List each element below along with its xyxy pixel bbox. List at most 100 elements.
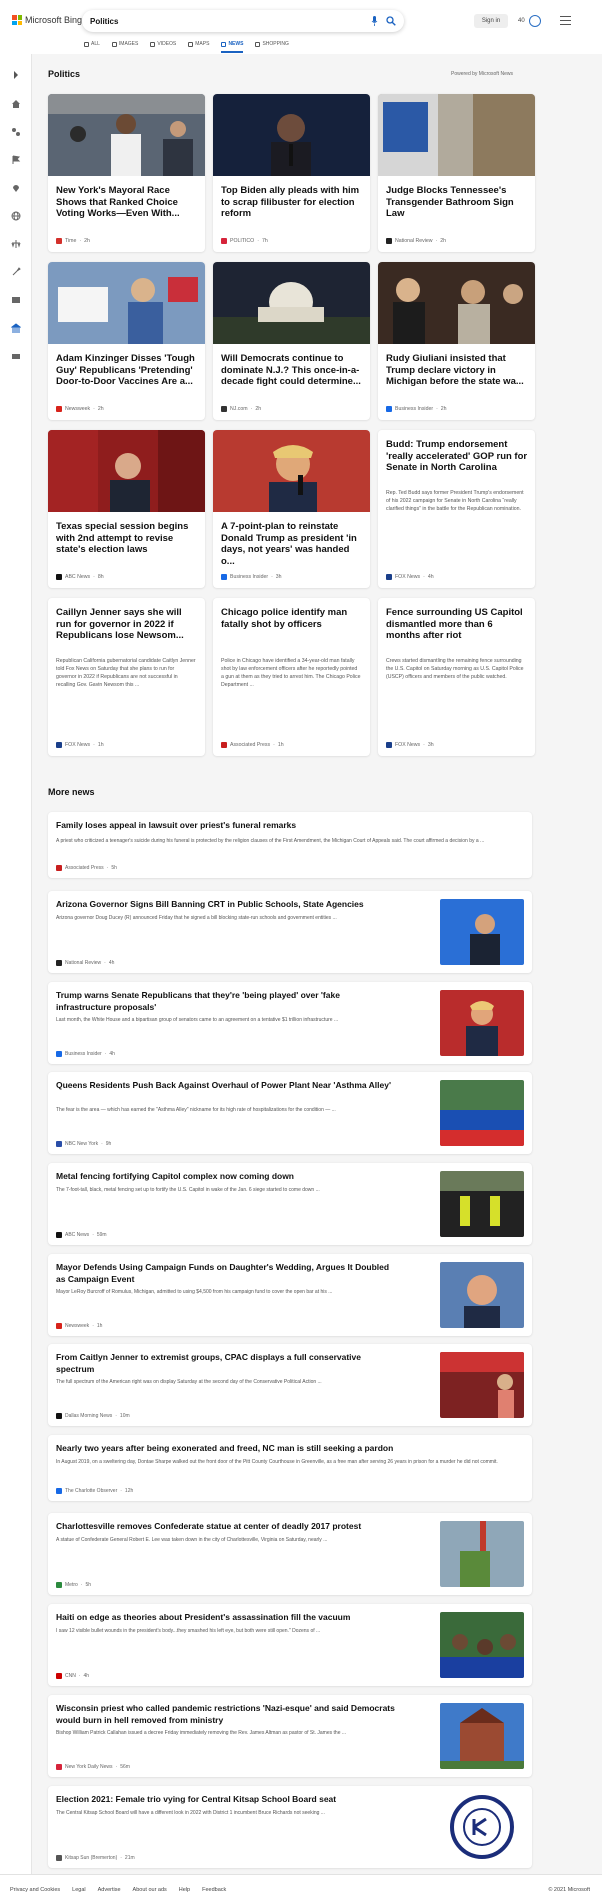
news-card-title[interactable]: Rudy Giuliani insisted that Trump declar… <box>386 353 528 388</box>
sign-in-button[interactable]: Sign in <box>474 14 508 28</box>
news-card-title[interactable]: Will Democrats continue to dominate N.J.… <box>221 353 363 388</box>
search-icon[interactable] <box>386 16 396 26</box>
news-item-title[interactable]: Election 2021: Female trio vying for Cen… <box>56 1794 396 1806</box>
news-item-title[interactable]: Trump warns Senate Republicans that they… <box>56 990 396 1013</box>
hamburger-menu-icon[interactable] <box>560 16 571 25</box>
news-card[interactable]: Fence surrounding US Capitol dismantled … <box>378 598 535 756</box>
news-source[interactable]: NBC New York · 9h <box>56 1141 111 1147</box>
news-item-title[interactable]: Arizona Governor Signs Bill Banning CRT … <box>56 899 396 911</box>
news-item-title[interactable]: Wisconsin priest who called pandemic res… <box>56 1703 396 1726</box>
search-input[interactable]: Politics <box>90 17 371 26</box>
news-source[interactable]: ABC News · 8h <box>56 574 104 580</box>
news-source[interactable]: New York Daily News · 56m <box>56 1764 130 1770</box>
news-source[interactable]: National Review · 2h <box>386 238 446 244</box>
footer-link-about-ads[interactable]: About our ads <box>133 1887 167 1893</box>
news-card-title[interactable]: Caillyn Jenner says she will run for gov… <box>56 607 198 642</box>
news-card[interactable]: Top Biden ally pleads with him to scrap … <box>213 94 370 252</box>
news-item-title[interactable]: Metal fencing fortifying Capitol complex… <box>56 1171 396 1183</box>
news-source[interactable]: FOX News · 4h <box>386 574 434 580</box>
entertainment-icon[interactable] <box>11 295 21 305</box>
news-card[interactable]: A 7-point-plan to reinstate Donald Trump… <box>213 430 370 588</box>
sports-icon[interactable] <box>11 127 21 137</box>
news-card[interactable]: Rudy Giuliani insisted that Trump declar… <box>378 262 535 420</box>
news-source[interactable]: Kitsap Sun (Bremerton) · 21m <box>56 1855 135 1861</box>
news-source[interactable]: NJ.com · 2h <box>221 406 261 412</box>
rocket-icon[interactable] <box>11 267 21 277</box>
news-card[interactable]: Judge Blocks Tennessee's Transgender Bat… <box>378 94 535 252</box>
news-list-item[interactable]: Election 2021: Female trio vying for Cen… <box>48 1786 532 1868</box>
politics-building-icon[interactable] <box>11 323 21 333</box>
news-card-title[interactable]: Chicago police identify man fatally shot… <box>221 607 363 630</box>
news-card[interactable]: Texas special session begins with 2nd at… <box>48 430 205 588</box>
money-icon[interactable] <box>11 351 21 361</box>
news-list-item[interactable]: From Caitlyn Jenner to extremist groups,… <box>48 1344 532 1426</box>
news-card[interactable]: Will Democrats continue to dominate N.J.… <box>213 262 370 420</box>
news-list-item[interactable]: Haiti on edge as theories about Presiden… <box>48 1604 532 1686</box>
scales-icon[interactable] <box>11 239 21 249</box>
tab-shopping[interactable]: SHOPPING <box>255 38 289 50</box>
news-card[interactable]: Budd: Trump endorsement 'really accelera… <box>378 430 535 588</box>
expand-chevron-icon[interactable] <box>11 70 21 80</box>
news-source[interactable]: FOX News · 1h <box>56 742 104 748</box>
tab-images[interactable]: IMAGES <box>111 38 138 50</box>
news-list-item[interactable]: Metal fencing fortifying Capitol complex… <box>48 1163 532 1245</box>
news-source[interactable]: CNN · 4h <box>56 1673 89 1679</box>
microphone-icon[interactable] <box>371 16 378 26</box>
news-item-title[interactable]: Mayor Defends Using Campaign Funds on Da… <box>56 1262 396 1285</box>
news-source[interactable]: FOX News · 3h <box>386 742 434 748</box>
news-list-item[interactable]: Wisconsin priest who called pandemic res… <box>48 1695 532 1777</box>
news-card-title[interactable]: Fence surrounding US Capitol dismantled … <box>386 607 528 642</box>
globe-icon[interactable] <box>11 211 21 221</box>
news-card-title[interactable]: Texas special session begins with 2nd at… <box>56 521 198 556</box>
news-source[interactable]: National Review · 4h <box>56 960 114 966</box>
news-list-item[interactable]: Trump warns Senate Republicans that they… <box>48 982 532 1064</box>
news-source[interactable]: Dallas Morning News · 10m <box>56 1413 130 1419</box>
news-item-title[interactable]: Haiti on edge as theories about Presiden… <box>56 1612 396 1624</box>
tab-videos[interactable]: VIDEOS <box>150 38 176 50</box>
news-source[interactable]: ABC News · 59m <box>56 1232 107 1238</box>
news-source[interactable]: Newsweek · 2h <box>56 406 104 412</box>
news-source[interactable]: Associated Press · 1h <box>221 742 284 748</box>
news-item-title[interactable]: Nearly two years after being exonerated … <box>56 1443 526 1455</box>
tab-all[interactable]: ALL <box>84 38 100 50</box>
news-source[interactable]: Time · 2h <box>56 238 90 244</box>
news-card[interactable]: Adam Kinzinger Disses 'Tough Guy' Republ… <box>48 262 205 420</box>
news-list-item[interactable]: Nearly two years after being exonerated … <box>48 1435 532 1501</box>
news-source[interactable]: Business Insider · 2h <box>386 406 447 412</box>
news-source[interactable]: The Charlotte Observer · 12h <box>56 1488 133 1494</box>
rewards-button[interactable]: 40 <box>518 15 541 27</box>
news-item-title[interactable]: Queens Residents Push Back Against Overh… <box>56 1080 396 1092</box>
news-source[interactable]: Business Insider · 3h <box>221 574 282 580</box>
footer-link-privacy[interactable]: Privacy and Cookies <box>10 1887 60 1893</box>
footer-link-feedback[interactable]: Feedback <box>202 1887 226 1893</box>
news-source[interactable]: Metro · 5h <box>56 1582 91 1588</box>
news-list-item[interactable]: Queens Residents Push Back Against Overh… <box>48 1072 532 1154</box>
news-card-title[interactable]: Adam Kinzinger Disses 'Tough Guy' Republ… <box>56 353 198 388</box>
news-source[interactable]: Newsweek · 1h <box>56 1323 102 1329</box>
footer-link-legal[interactable]: Legal <box>72 1887 85 1893</box>
news-item-title[interactable]: From Caitlyn Jenner to extremist groups,… <box>56 1352 396 1375</box>
news-list-item[interactable]: Charlottesville removes Confederate stat… <box>48 1513 532 1595</box>
footer-link-advertise[interactable]: Advertise <box>98 1887 121 1893</box>
news-item-title[interactable]: Charlottesville removes Confederate stat… <box>56 1521 396 1533</box>
news-card[interactable]: Caillyn Jenner says she will run for gov… <box>48 598 205 756</box>
news-card-title[interactable]: Top Biden ally pleads with him to scrap … <box>221 185 363 220</box>
news-card[interactable]: Chicago police identify man fatally shot… <box>213 598 370 756</box>
tab-maps[interactable]: MAPS <box>188 38 209 50</box>
news-source[interactable]: Associated Press · 5h <box>56 865 117 871</box>
home-icon[interactable] <box>11 99 21 109</box>
tab-news[interactable]: NEWS <box>221 38 244 53</box>
news-card-title[interactable]: Budd: Trump endorsement 'really accelera… <box>386 439 528 474</box>
footer-link-help[interactable]: Help <box>179 1887 190 1893</box>
location-pin-icon[interactable] <box>11 183 21 193</box>
news-item-title[interactable]: Family loses appeal in lawsuit over prie… <box>56 820 526 832</box>
news-card-title[interactable]: A 7-point-plan to reinstate Donald Trump… <box>221 521 363 567</box>
flag-icon[interactable] <box>11 155 21 165</box>
news-list-item[interactable]: Arizona Governor Signs Bill Banning CRT … <box>48 891 532 973</box>
search-box[interactable]: Politics <box>82 10 404 32</box>
news-card-title[interactable]: Judge Blocks Tennessee's Transgender Bat… <box>386 185 528 220</box>
news-source[interactable]: Business Insider · 4h <box>56 1051 115 1057</box>
news-card-title[interactable]: New York's Mayoral Race Shows that Ranke… <box>56 185 198 220</box>
news-list-item[interactable]: Family loses appeal in lawsuit over prie… <box>48 812 532 878</box>
news-list-item[interactable]: Mayor Defends Using Campaign Funds on Da… <box>48 1254 532 1336</box>
